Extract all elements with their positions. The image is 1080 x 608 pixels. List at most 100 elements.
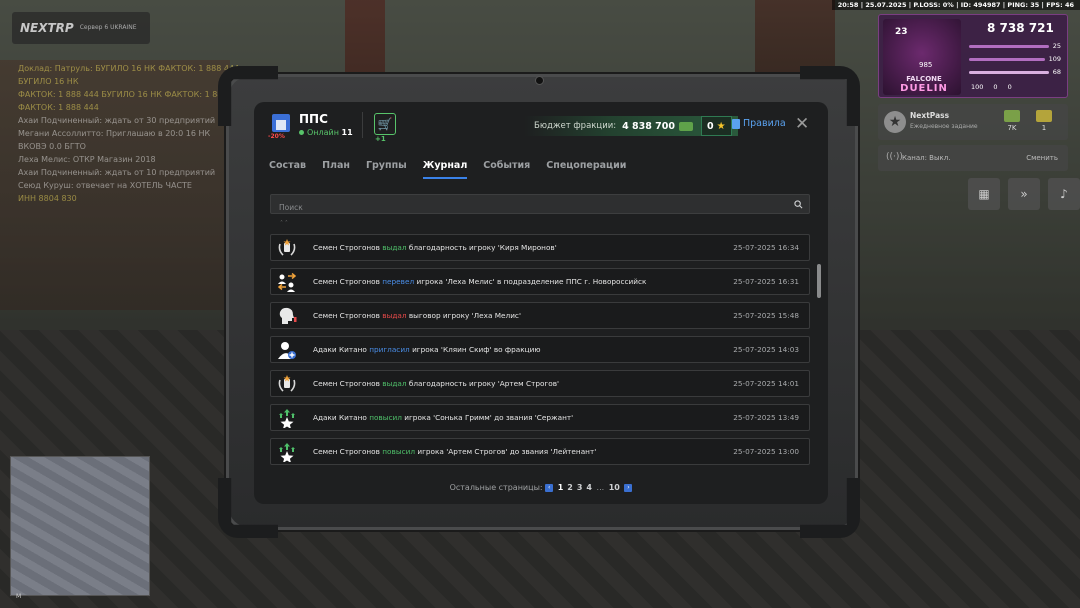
promote-icon [277,442,297,463]
channel-label: Канал: Выкл. [902,154,951,162]
star-icon: ★ [884,111,906,133]
journal-text: Адаки Китано повысил игрока 'Сонька Грим… [313,413,573,422]
journal-details: благодарность игроку 'Артем Строгов' [408,379,560,388]
tab-5[interactable]: События [483,160,530,179]
cart-icon[interactable]: 🛒 [374,113,396,135]
journal-text: Адаки Китано пригласил игрока 'Кляин Ски… [313,345,541,354]
journal-row[interactable]: Семен Строгонов перевел игрока 'Леха Мел… [270,268,810,295]
money-icon [1004,110,1020,122]
journal-actor: Адаки Китано [313,345,367,354]
logo-brand-top: FALCONE [906,75,942,83]
journal-row[interactable]: Семен Строгонов выдал выговор игроку 'Ле… [270,302,810,329]
journal-row[interactable]: Семен Строгонов выдал благодарность игро… [270,370,810,397]
journal-verb: выдал [382,311,407,320]
tab-1[interactable]: Состав [269,160,306,179]
journal-actor: Семен Строгонов [313,243,380,252]
reward-value: 1 [1041,124,1047,132]
search-icon[interactable] [794,200,803,209]
page-link-last[interactable]: 10 [609,483,620,492]
scrollbar[interactable] [817,264,821,298]
rules-link[interactable]: Правила [732,118,786,129]
page-link[interactable]: 1 [558,483,564,492]
search-input[interactable] [271,198,809,217]
reprimand-icon [277,306,297,326]
minimap-label: M [16,593,22,600]
stars-box: 0 ★ [701,116,732,136]
chat-line: Доклад: Патруль: БУГИЛО 16 НК ФАКТОК: 1 … [18,64,240,86]
tablet-camera [535,76,544,85]
radio-icon: ((·)) [886,152,903,162]
tab-4[interactable]: Журнал [422,160,468,179]
journal-details: игрока 'Артем Строгов' до звания 'Лейтен… [417,447,597,456]
nextpass-panel[interactable]: ★ NextPass Ежедневное задание 7K 1 [878,104,1068,140]
voice-channel-panel: ((·)) Канал: Выкл. Сменить [878,145,1068,171]
journal-row[interactable]: Адаки Китано повысил игрока 'Сонька Грим… [270,404,810,431]
journal-text: Семен Строгонов выдал выговор игроку 'Ле… [313,311,521,320]
pager-ellipsis: ... [596,483,605,492]
budget-value: 4 838 700 [622,120,675,132]
discount-badge: -20% [268,133,285,140]
online-label: Онлайн [307,128,339,137]
online-status: Онлайн 11 [299,128,353,137]
journal-date: 25-07-2025 13:49 [733,413,799,422]
stat-row: 25 [969,41,1061,51]
change-channel-button[interactable]: Сменить [1026,154,1058,162]
stars-value: 0 [707,120,714,132]
next-icon[interactable]: » [1008,178,1040,210]
chat-line: Леха Мелис: ОТКР Магазин 2018 [18,155,156,164]
journal-list: ˄ ˄ Семен Строгонов выдал благодарность … [270,220,810,480]
journal-verb: выдал [382,379,407,388]
chat-log: Доклад: Патруль: БУГИЛО 16 НК ФАКТОК: 1 … [18,62,248,205]
chat-line: ФАКТОК: 1 888 444 [18,103,99,112]
journal-actor: Семен Строгонов [313,277,380,286]
hud-buttons: ▦ » ♪ [968,178,1080,210]
journal-row[interactable]: Семен Строгонов повысил игрока 'Артем Ст… [270,438,810,465]
page-link[interactable]: 3 [577,483,583,492]
tab-3[interactable]: Группы [366,160,407,179]
hud-foot-value: 100 [971,83,984,91]
journal-date: 25-07-2025 13:00 [733,447,799,456]
journal-actor: Адаки Китано [313,413,367,422]
chevron-right-icon[interactable]: › [624,483,633,492]
promote-icon [277,408,297,429]
nextpass-reward-money: 7K [998,110,1026,136]
close-icon[interactable]: ✕ [795,114,809,134]
pager-label: Остальные страницы: [449,483,543,492]
journal-row[interactable]: Семен Строгонов выдал благодарность игро… [270,234,810,261]
journal-row[interactable]: Адаки Китано пригласил игрока 'Кляин Ски… [270,336,810,363]
faction-name: ППС [299,112,328,126]
calendar-icon[interactable]: ▦ [968,178,1000,210]
chat-line: ВКОВЭ 0.0 БГТО [18,142,86,151]
journal-verb: пригласил [369,345,410,354]
hud-foot-value: 0 [1007,83,1012,91]
journal-verb: выдал [382,243,407,252]
stat-bar [969,70,1049,74]
cart-badge: +1 [375,135,386,143]
chat-line: ФАКТОК: 1 888 444 БУГИЛО 16 НК ФАКТОК: 1… [18,90,246,99]
nextpass-subtitle: Ежедневное задание [910,123,978,130]
stat-row: 68 [969,67,1061,77]
page-link[interactable]: 4 [586,483,592,492]
journal-date: 25-07-2025 16:34 [733,243,799,252]
divider [362,112,363,138]
journal-details: благодарность игроку 'Киря Миронов' [408,243,557,252]
journal-verb: повысил [382,447,415,456]
pagination: Остальные страницы: ‹ 1234 ... 10 › [254,483,828,492]
chat-line: Мегани Ассоллитто: Приглашаю в 20:0 16 Н… [18,129,211,138]
rules-label: Правила [743,118,786,129]
budget-label: Бюджет фракции: [534,121,617,131]
tab-2[interactable]: План [322,160,350,179]
chat-line: ИНН 8804 830 [18,194,77,203]
chat-line: Ахаи Подчиненный: ждать от 10 предприяти… [18,168,216,177]
bell-icon[interactable]: ♪ [1048,178,1080,210]
award-icon [277,374,297,394]
money-icon [679,121,693,131]
journal-details: игрока 'Леха Мелис' в подразделение ППС … [416,277,647,286]
page-link[interactable]: 2 [567,483,573,492]
chevron-left-icon[interactable]: ‹ [545,483,554,492]
tab-6[interactable]: Спецоперации [546,160,626,179]
journal-text: Семен Строгонов повысил игрока 'Артем Ст… [313,447,596,456]
stat-bar [969,44,1049,48]
journal-verb: повысил [369,413,402,422]
stat-value: 25 [1052,42,1061,50]
